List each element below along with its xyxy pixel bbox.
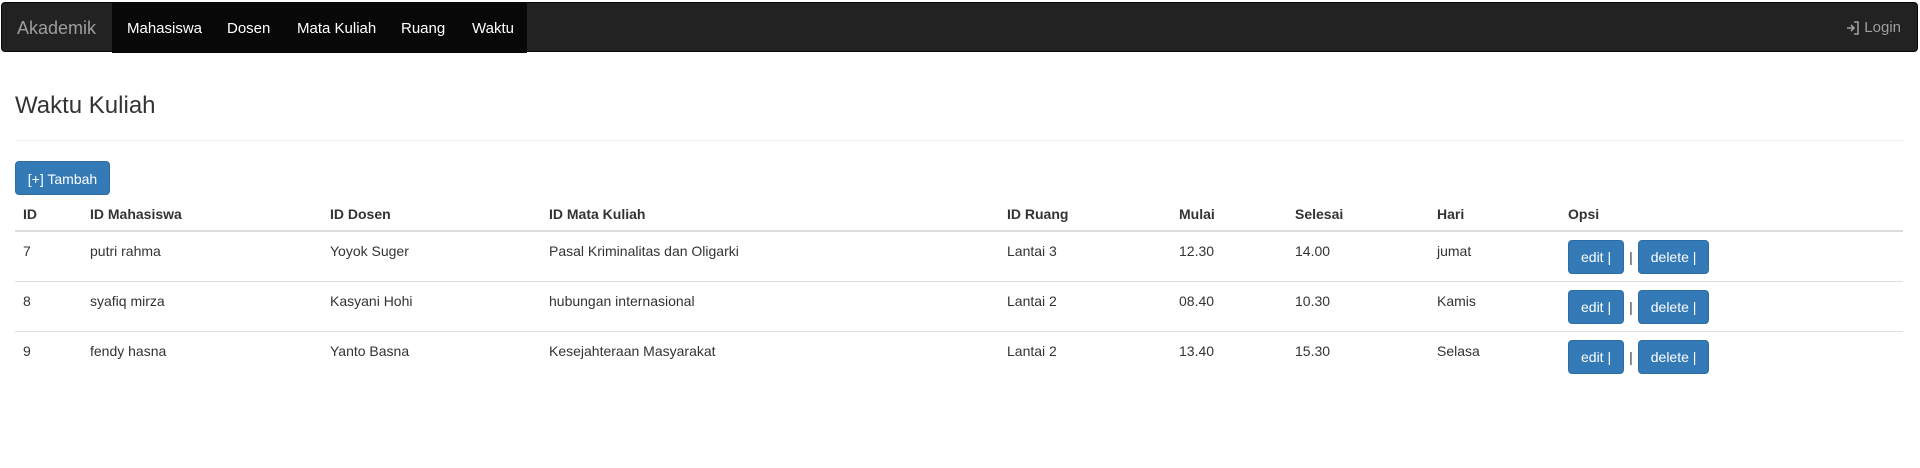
column-header-id: ID <box>15 198 82 232</box>
cell-mulai: 08.40 <box>1171 281 1287 332</box>
cell-opsi: edit | | delete | <box>1560 331 1903 381</box>
column-header-hari: Hari <box>1429 198 1560 232</box>
cell-hari: Kamis <box>1429 281 1560 332</box>
nav-item-waktu[interactable]: Waktu <box>472 3 514 53</box>
action-separator: | <box>1629 348 1633 365</box>
column-header-selesai: Selesai <box>1287 198 1429 232</box>
nav-item-mata-kuliah[interactable]: Mata Kuliah <box>297 3 376 53</box>
column-header-dosen: ID Dosen <box>322 198 541 232</box>
action-separator: | <box>1629 249 1633 265</box>
cell-dosen: Yanto Basna <box>330 342 410 359</box>
delete-button[interactable]: delete | <box>1637 339 1710 374</box>
cell-hari: Selasa <box>1437 342 1480 359</box>
edit-button[interactable]: edit | <box>1568 289 1625 324</box>
schedule-table: ID ID Mahasiswa ID Dosen ID Mata Kuliah … <box>15 198 1903 381</box>
cell-opsi: edit | | delete | <box>1560 281 1903 332</box>
cell-id: 9 <box>23 342 31 359</box>
cell-id: 8 <box>15 281 82 332</box>
top-navbar: Akademik Mahasiswa Dosen Mata Kuliah Rua… <box>1 2 1918 53</box>
cell-dosen: Kasyani Hohi <box>322 281 541 332</box>
table-header-row: ID ID Mahasiswa ID Dosen ID Mata Kuliah … <box>15 198 1903 232</box>
column-header-mahasiswa: ID Mahasiswa <box>82 198 322 232</box>
cell-mata-kuliah: Kesejahteraan Masyarakat <box>549 342 716 359</box>
cell-mahasiswa: syafiq mirza <box>82 281 322 332</box>
cell-ruang: Lantai 3 <box>999 231 1171 282</box>
cell-mahasiswa: fendy hasna <box>90 342 167 359</box>
navbar-brand[interactable]: Akademik <box>17 3 96 53</box>
login-label: Login <box>1864 19 1901 36</box>
cell-ruang: Lantai 2 <box>1007 342 1057 359</box>
delete-button[interactable]: delete | <box>1637 289 1710 324</box>
page-title: Waktu Kuliah <box>15 92 156 119</box>
column-header-opsi: Opsi <box>1560 198 1903 232</box>
column-header-mulai: Mulai <box>1171 198 1287 232</box>
delete-button[interactable]: delete | <box>1637 240 1710 274</box>
login-icon <box>1846 21 1860 35</box>
cell-selesai: 15.30 <box>1295 342 1331 359</box>
column-header-ruang: ID Ruang <box>999 198 1171 232</box>
cell-selesai: 14.00 <box>1287 231 1429 282</box>
action-separator: | <box>1629 298 1633 315</box>
cell-opsi: edit | | delete | <box>1560 231 1903 282</box>
cell-mulai: 13.40 <box>1179 342 1215 359</box>
table-row: 8 syafiq mirza Kasyani Hohi hubungan int… <box>15 281 1903 332</box>
cell-hari: jumat <box>1429 231 1560 282</box>
add-button[interactable]: [+] Tambah <box>15 161 110 195</box>
cell-dosen: Yoyok Suger <box>322 231 541 282</box>
login-link[interactable]: Login <box>1846 3 1901 53</box>
column-header-mata-kuliah: ID Mata Kuliah <box>541 198 999 232</box>
table-row: 9 fendy hasna Yanto Basna Kesejahteraan … <box>15 331 1903 381</box>
cell-id: 7 <box>15 231 82 282</box>
cell-mata-kuliah: hubungan internasional <box>541 281 999 332</box>
title-divider <box>15 140 1903 141</box>
edit-button[interactable]: edit | <box>1568 240 1625 274</box>
nav-menu: Mahasiswa Dosen Mata Kuliah Ruang Waktu <box>112 3 527 53</box>
table-row: 7 putri rahma Yoyok Suger Pasal Kriminal… <box>15 231 1903 282</box>
nav-item-ruang[interactable]: Ruang <box>401 3 445 53</box>
nav-item-mahasiswa[interactable]: Mahasiswa <box>127 3 202 53</box>
cell-mahasiswa: putri rahma <box>82 231 322 282</box>
nav-item-dosen[interactable]: Dosen <box>227 3 270 53</box>
cell-mata-kuliah: Pasal Kriminalitas dan Oligarki <box>541 231 999 282</box>
cell-ruang: Lantai 2 <box>999 281 1171 332</box>
edit-button[interactable]: edit | <box>1568 339 1625 374</box>
cell-selesai: 10.30 <box>1287 281 1429 332</box>
cell-mulai: 12.30 <box>1171 231 1287 282</box>
